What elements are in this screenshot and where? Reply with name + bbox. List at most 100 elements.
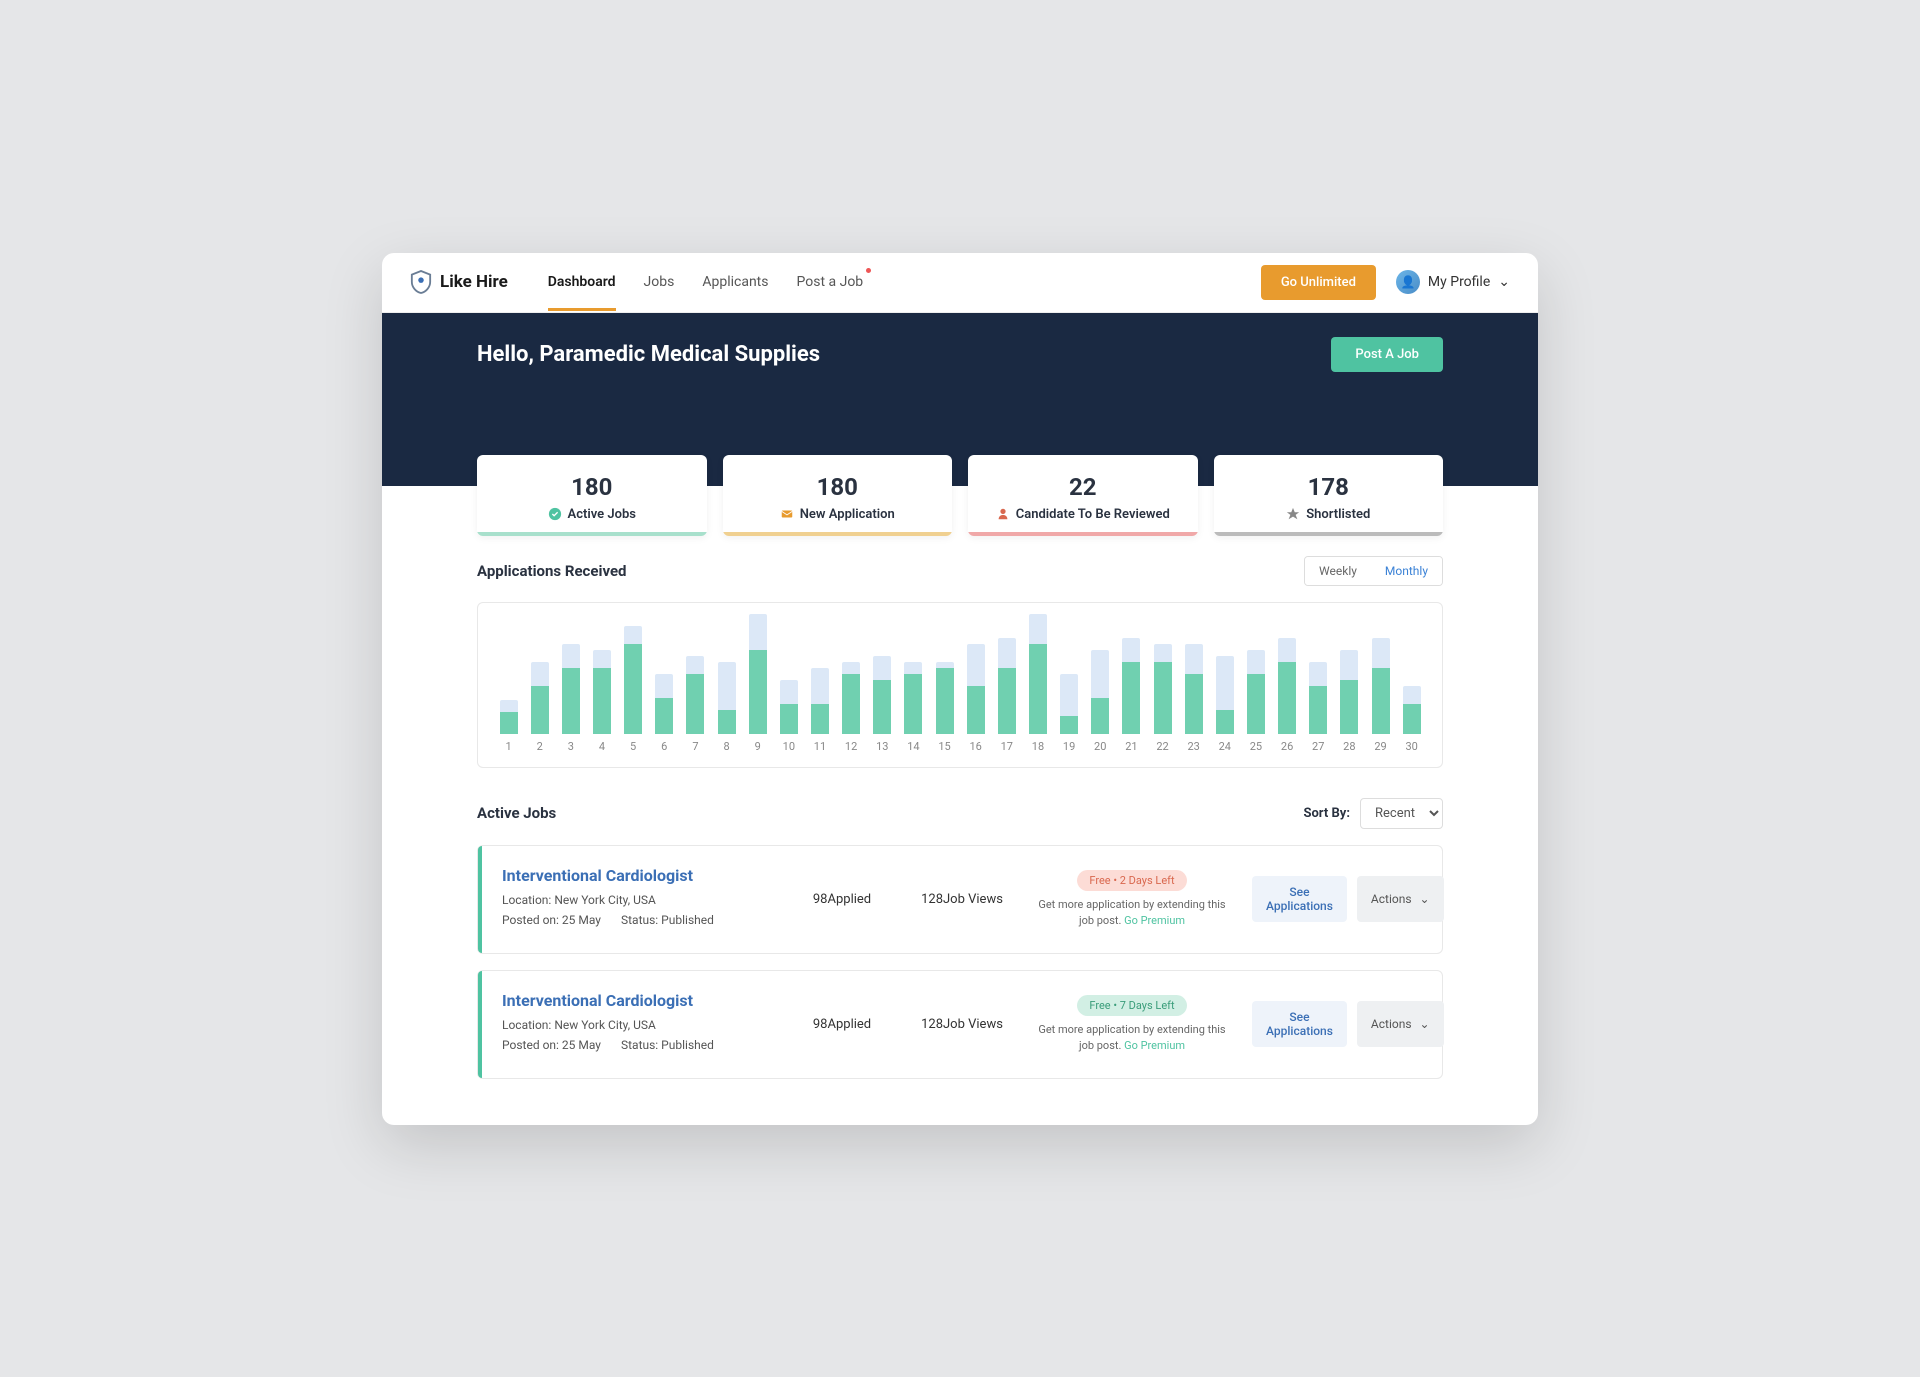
chart-bar: 5 [619, 614, 648, 753]
toggle-monthly[interactable]: Monthly [1371, 557, 1442, 585]
chart-x-label: 5 [630, 740, 636, 753]
job-location: Location: New York City, USA [502, 1018, 772, 1032]
chart-bar: 18 [1023, 614, 1052, 753]
chart-bar: 15 [930, 614, 959, 753]
nav-jobs[interactable]: Jobs [644, 254, 675, 311]
chart-x-label: 2 [537, 740, 543, 753]
mail-icon [780, 507, 794, 521]
chart-x-label: 25 [1250, 740, 1262, 753]
main-content: Applications Received Weekly Monthly 123… [382, 486, 1538, 1125]
job-expiry: Free • 7 Days Left Get more application … [1032, 995, 1232, 1053]
chart-x-label: 22 [1156, 740, 1168, 753]
chart-bar: 6 [650, 614, 679, 753]
job-applied-count: 98Applied [792, 1017, 892, 1032]
stats-row: 180 Active Jobs 180 New Application 22 C… [477, 455, 1443, 536]
job-status: Status: Published [621, 913, 714, 927]
shield-icon [410, 269, 432, 295]
check-circle-icon [548, 507, 562, 521]
sort-control: Sort By: Recent [1303, 798, 1443, 829]
job-status: Status: Published [621, 1038, 714, 1052]
chart-bar: 7 [681, 614, 710, 753]
actions-dropdown-button[interactable]: Actions ⌄ [1357, 876, 1444, 922]
user-icon [996, 507, 1010, 521]
job-applied-count: 98Applied [792, 892, 892, 907]
chart-x-label: 9 [755, 740, 761, 753]
chart-bar: 25 [1241, 614, 1270, 753]
actions-dropdown-button[interactable]: Actions ⌄ [1357, 1001, 1444, 1047]
star-icon [1286, 507, 1300, 521]
chart-x-label: 17 [1001, 740, 1013, 753]
chart-x-label: 7 [692, 740, 698, 753]
nav-post-a-job[interactable]: Post a Job [797, 254, 864, 311]
see-applications-button[interactable]: See Applications [1252, 876, 1347, 922]
chart-x-label: 13 [876, 740, 888, 753]
chevron-down-icon: ⌄ [1498, 274, 1510, 290]
chart-x-label: 4 [599, 740, 605, 753]
chart-x-label: 21 [1125, 740, 1137, 753]
sort-select[interactable]: Recent [1360, 798, 1443, 829]
greeting-title: Hello, Paramedic Medical Supplies [477, 342, 820, 367]
chart-x-label: 8 [723, 740, 729, 753]
chart-bar: 20 [1086, 614, 1115, 753]
chart-x-label: 19 [1063, 740, 1075, 753]
logo[interactable]: Like Hire [410, 269, 508, 295]
job-views-count: 128Job Views [912, 1017, 1012, 1032]
chart-bar: 4 [587, 614, 616, 753]
job-card: Interventional Cardiologist Location: Ne… [477, 845, 1443, 954]
chevron-down-icon: ⌄ [1420, 1017, 1430, 1031]
nav-dashboard[interactable]: Dashboard [548, 254, 616, 311]
chart-bar: 10 [774, 614, 803, 753]
chart-x-label: 10 [783, 740, 795, 753]
chart-title: Applications Received [477, 562, 627, 580]
chart-bar: 26 [1273, 614, 1302, 753]
chart-x-label: 20 [1094, 740, 1106, 753]
applications-chart: 1234567891011121314151617181920212223242… [477, 602, 1443, 768]
chevron-down-icon: ⌄ [1420, 892, 1430, 906]
post-a-job-button[interactable]: Post A Job [1331, 337, 1443, 372]
chart-x-label: 23 [1187, 740, 1199, 753]
stat-active-jobs[interactable]: 180 Active Jobs [477, 455, 707, 536]
chart-x-label: 29 [1374, 740, 1386, 753]
notification-dot-icon [866, 268, 871, 273]
chart-x-label: 18 [1032, 740, 1044, 753]
chart-bar: 3 [556, 614, 585, 753]
chart-x-label: 3 [568, 740, 574, 753]
go-unlimited-button[interactable]: Go Unlimited [1261, 265, 1376, 300]
chart-bar: 21 [1117, 614, 1146, 753]
stat-shortlisted[interactable]: 178 Shortlisted [1214, 455, 1444, 536]
chart-bar: 2 [525, 614, 554, 753]
chart-x-label: 1 [505, 740, 511, 753]
chart-bar: 23 [1179, 614, 1208, 753]
toggle-weekly[interactable]: Weekly [1305, 557, 1371, 585]
go-premium-link[interactable]: Go Premium [1124, 914, 1185, 927]
chart-bar: 19 [1055, 614, 1084, 753]
chart-x-label: 26 [1281, 740, 1293, 753]
nav-applicants[interactable]: Applicants [702, 254, 768, 311]
chart-x-label: 24 [1219, 740, 1231, 753]
stat-candidate-review[interactable]: 22 Candidate To Be Reviewed [968, 455, 1198, 536]
chart-x-label: 27 [1312, 740, 1324, 753]
sort-label: Sort By: [1303, 806, 1350, 821]
chart-period-toggle: Weekly Monthly [1304, 556, 1443, 586]
job-posted: Posted on: 25 May [502, 913, 601, 927]
job-title-link[interactable]: Interventional Cardiologist [502, 866, 772, 885]
go-premium-link[interactable]: Go Premium [1124, 1039, 1185, 1052]
stat-new-application[interactable]: 180 New Application [723, 455, 953, 536]
chart-bar: 13 [868, 614, 897, 753]
job-title-link[interactable]: Interventional Cardiologist [502, 991, 772, 1010]
job-expiry: Free • 2 Days Left Get more application … [1032, 870, 1232, 928]
topbar: Like Hire Dashboard Jobs Applicants Post… [382, 253, 1538, 313]
hero-banner: Hello, Paramedic Medical Supplies Post A… [382, 313, 1538, 486]
expiry-badge: Free • 2 Days Left [1077, 870, 1186, 891]
chart-x-label: 14 [907, 740, 919, 753]
job-info: Interventional Cardiologist Location: Ne… [502, 866, 772, 933]
chart-x-label: 6 [661, 740, 667, 753]
profile-menu[interactable]: 👤 My Profile ⌄ [1396, 270, 1510, 294]
chart-bar: 17 [992, 614, 1021, 753]
see-applications-button[interactable]: See Applications [1252, 1001, 1347, 1047]
main-nav: Dashboard Jobs Applicants Post a Job [548, 254, 1261, 311]
jobs-title: Active Jobs [477, 804, 556, 822]
chart-x-label: 12 [845, 740, 857, 753]
job-card: Interventional Cardiologist Location: Ne… [477, 970, 1443, 1079]
app-window: Like Hire Dashboard Jobs Applicants Post… [382, 253, 1538, 1125]
